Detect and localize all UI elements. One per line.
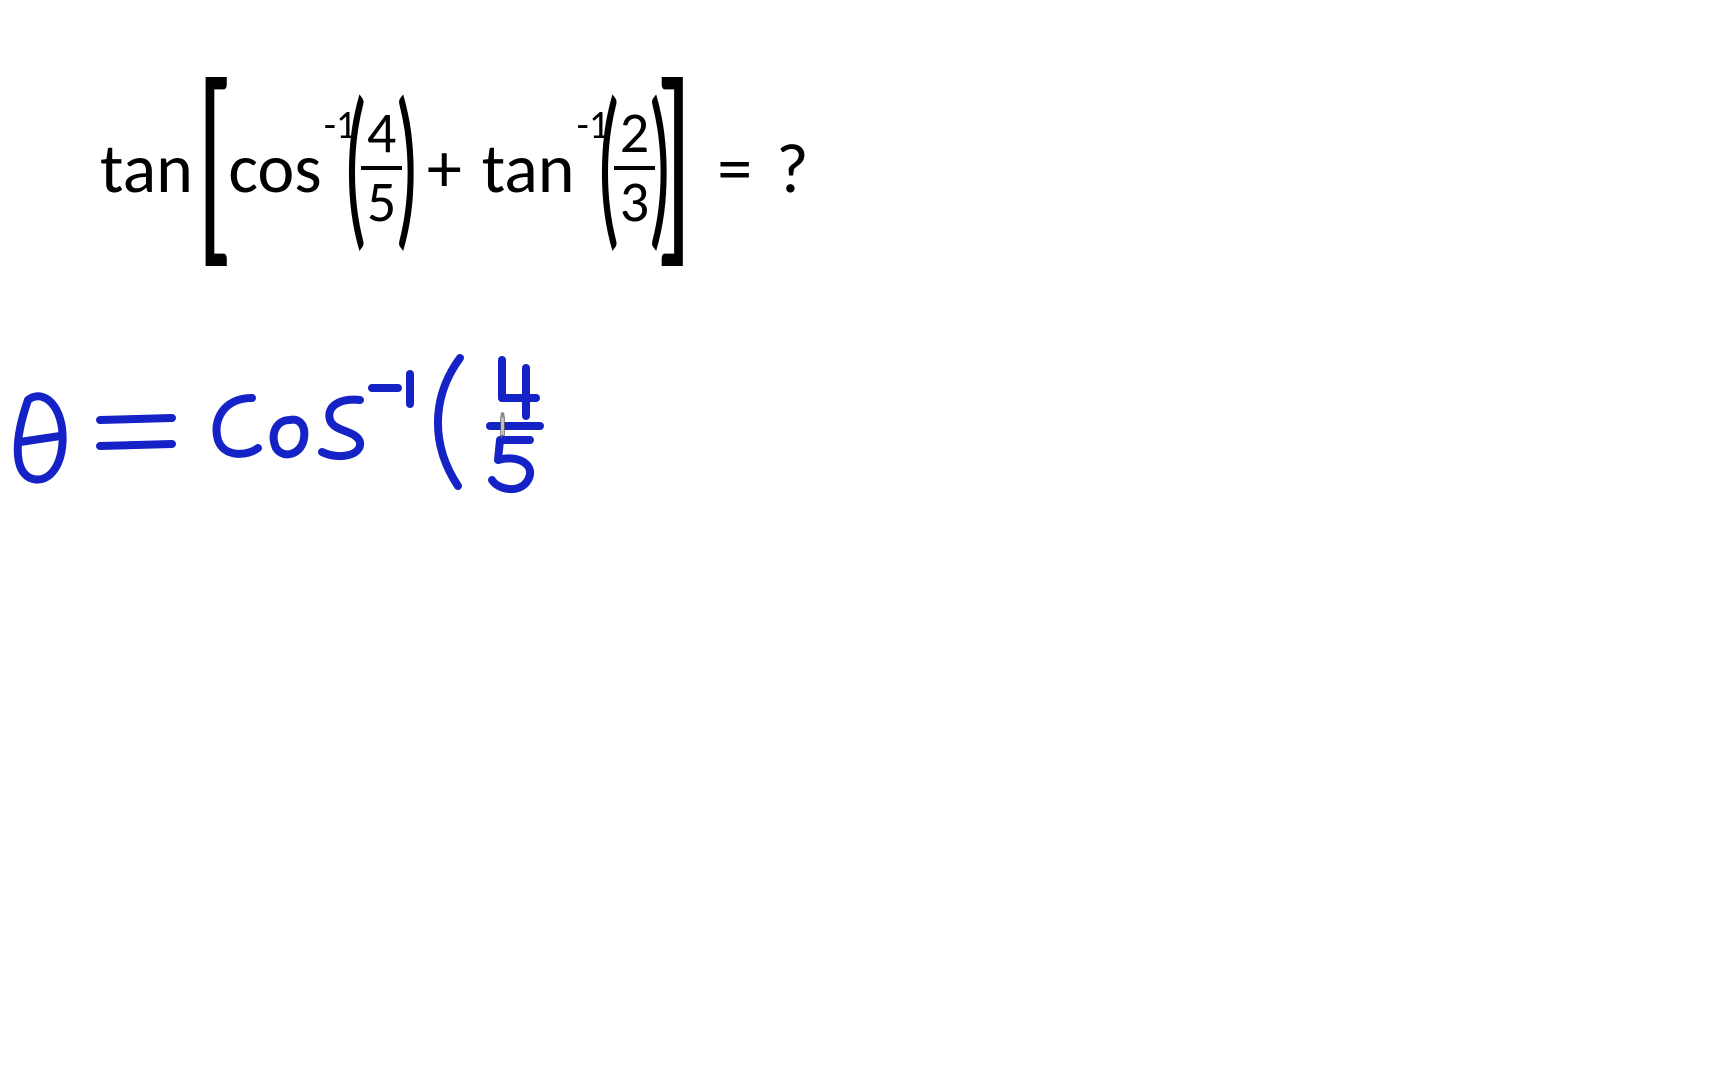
hw-numerator-4 (502, 360, 536, 416)
hw-equals (100, 418, 172, 446)
rhs-question: ? (776, 133, 808, 203)
term2-func-name: tan (482, 133, 575, 203)
term1-func-name: cos (228, 133, 321, 203)
plus-operator: + (427, 133, 462, 203)
hw-cos (216, 398, 360, 456)
hw-exponent (372, 374, 410, 404)
outer-function: tan (100, 133, 193, 203)
right-square-bracket: ] (655, 74, 692, 250)
left-square-bracket: [ (196, 74, 233, 250)
hw-denominator-5 (492, 440, 530, 489)
term1-right-paren: ) (395, 94, 420, 238)
term2-function: tan -1 (482, 133, 609, 203)
printed-equation: tan [ cos -1 ( 4 5 ) + tan -1 ( 2 3 (100, 80, 809, 256)
equals-sign: = (717, 133, 752, 203)
term2-left-paren: ( (596, 94, 621, 238)
pen-cursor-icon (483, 407, 520, 444)
hw-theta (18, 396, 63, 479)
term1-function: cos -1 (228, 133, 356, 203)
term-2: tan -1 ( 2 3 ) (482, 96, 660, 240)
term-1: cos -1 ( 4 5 ) (228, 96, 406, 240)
term1-left-paren: ( (343, 94, 368, 238)
hw-left-paren (438, 358, 460, 486)
whiteboard-canvas[interactable]: tan [ cos -1 ( 4 5 ) + tan -1 ( 2 3 (0, 0, 1728, 1080)
